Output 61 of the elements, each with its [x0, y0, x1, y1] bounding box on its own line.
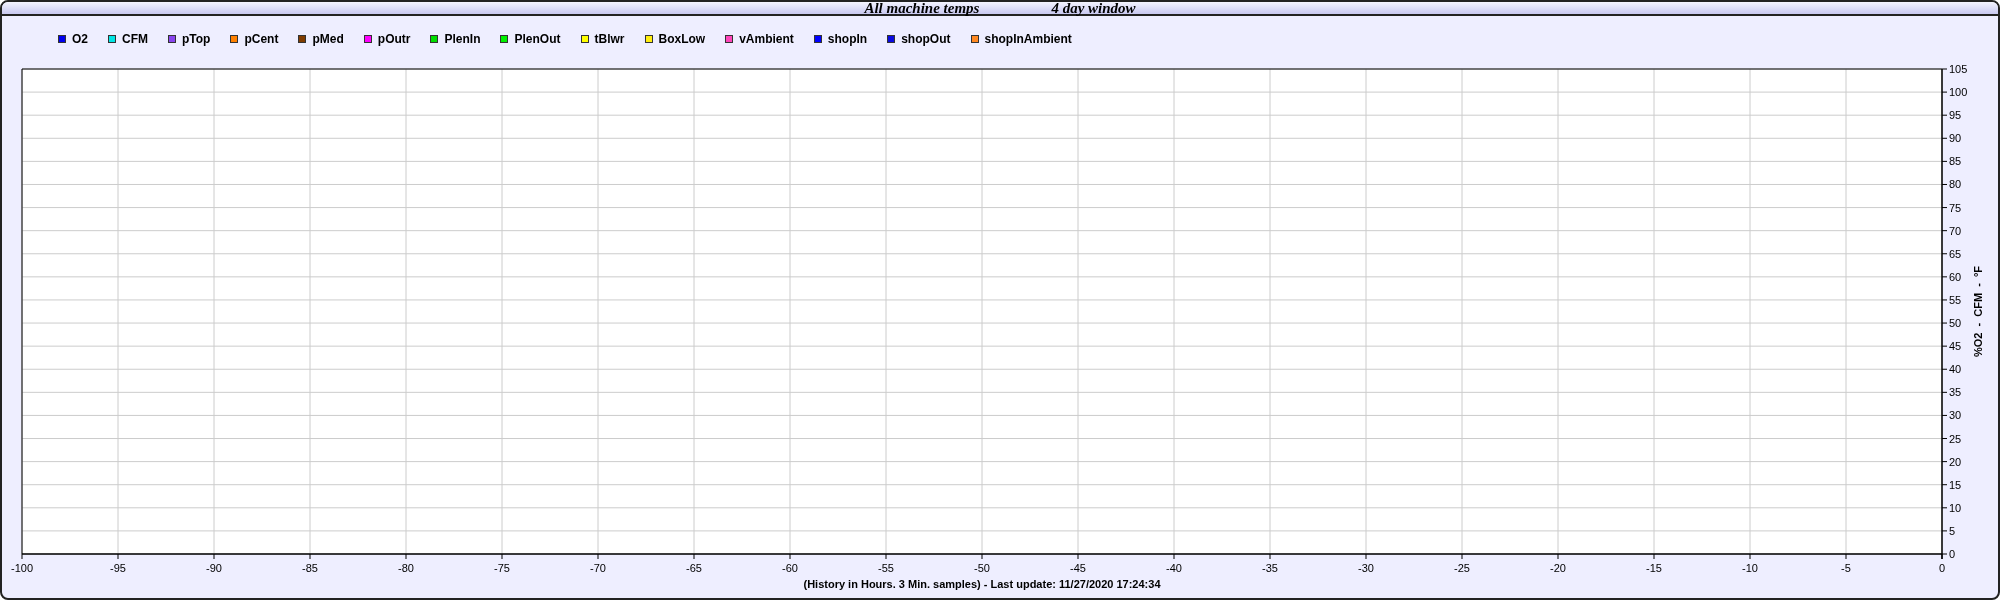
y-tick-label: 15 — [1949, 478, 1962, 491]
y-tick-label: 50 — [1949, 317, 1962, 330]
x-tick-label: -80 — [398, 562, 414, 574]
legend-label: pMed — [312, 31, 344, 48]
y-tick-label: 80 — [1949, 178, 1962, 191]
y-tick-label: 65 — [1949, 247, 1962, 260]
y-tick-label: 70 — [1949, 224, 1962, 237]
legend-label: shopOut — [901, 31, 951, 48]
y-tick-label: 85 — [1949, 155, 1962, 168]
y-tick-label: 40 — [1949, 363, 1962, 376]
y-tick-label: 10 — [1949, 501, 1962, 514]
x-tick-label: -50 — [974, 562, 990, 574]
legend-label: pOutr — [377, 31, 411, 48]
y-tick-label: 100 — [1949, 86, 1968, 99]
x-tick-label: -90 — [206, 562, 222, 574]
y-tick-label: 20 — [1949, 455, 1962, 468]
x-tick-label: -45 — [1070, 562, 1086, 574]
legend-label: O2 — [72, 31, 88, 48]
x-tick-label: -100 — [11, 562, 33, 574]
legend-label: vAmbient — [739, 31, 794, 48]
legend-label: shopInAmbient — [984, 31, 1072, 48]
x-axis-label: (History in Hours. 3 Min. samples) - Last update: 11/27/2020 17:24:34 — [803, 578, 1161, 590]
legend-label: PlenIn — [444, 31, 481, 48]
legend-label: PlenOut — [514, 31, 561, 48]
x-tick-label: -65 — [686, 562, 702, 574]
y-tick-label: 30 — [1949, 409, 1962, 422]
y-tick-label: 5 — [1949, 524, 1956, 537]
y-tick-label: 0 — [1949, 548, 1956, 560]
y-tick-label: 60 — [1949, 270, 1962, 283]
y-tick-label: 35 — [1949, 386, 1962, 399]
x-tick-label: -10 — [1742, 562, 1758, 574]
y-tick-label: 25 — [1949, 432, 1962, 445]
chart-title: 4 day window — [1051, 2, 1136, 16]
chart-title: All machine temps — [864, 2, 980, 16]
x-tick-label: -5 — [1841, 562, 1851, 574]
legend-label: BoxLow — [658, 31, 706, 48]
legend-label: CFM — [122, 31, 148, 48]
y-tick-label: 105 — [1949, 63, 1968, 75]
y-tick-label: 75 — [1949, 201, 1962, 214]
y-tick-label: 55 — [1949, 293, 1962, 306]
x-tick-label: -15 — [1646, 562, 1662, 574]
legend-label: shopIn — [827, 31, 868, 48]
x-tick-label: -40 — [1166, 562, 1182, 574]
y-tick-label: 45 — [1949, 340, 1962, 353]
legend-label: pTop — [182, 31, 211, 48]
y-tick-label: 90 — [1949, 132, 1962, 145]
x-tick-label: -30 — [1358, 562, 1374, 574]
y-tick-label: 95 — [1949, 109, 1962, 122]
x-tick-label: -85 — [302, 562, 318, 574]
x-tick-label: 0 — [1938, 562, 1946, 574]
x-tick-label: -25 — [1454, 562, 1470, 574]
legend-label: tBlwr — [594, 31, 625, 48]
x-tick-label: -75 — [494, 562, 510, 574]
x-tick-label: -70 — [590, 562, 606, 574]
x-tick-label: -20 — [1550, 562, 1566, 574]
x-tick-label: -35 — [1262, 562, 1278, 574]
y-axis-label: %O2 - CFM - °F — [1972, 265, 1984, 358]
x-tick-label: -95 — [110, 562, 126, 574]
legend-label: pCent — [244, 31, 279, 48]
x-tick-label: -55 — [878, 562, 894, 574]
x-tick-label: -60 — [782, 562, 798, 574]
